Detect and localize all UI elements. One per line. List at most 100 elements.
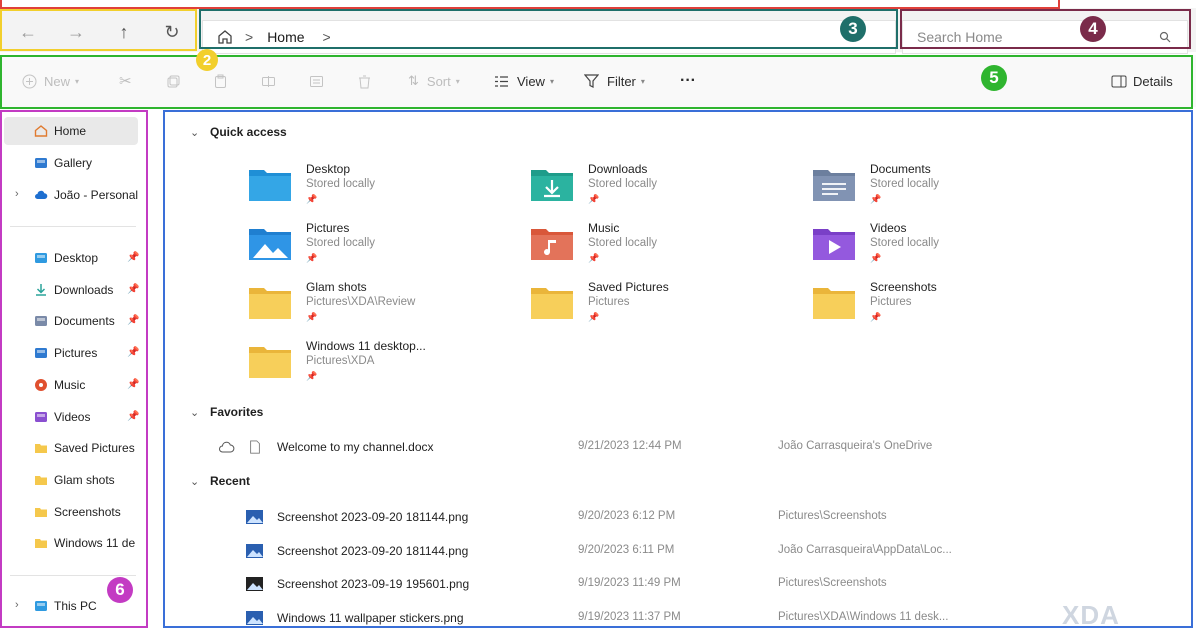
- share-button[interactable]: [309, 70, 324, 92]
- sidebar-item-this-pc[interactable]: This PC: [34, 595, 97, 617]
- sidebar-item-label: Videos: [54, 409, 91, 424]
- clipboard-icon: [215, 74, 226, 88]
- pin-icon: 📌: [127, 347, 140, 359]
- chevron-down-icon: ▾: [75, 76, 80, 86]
- quick-access-item[interactable]: Documents Stored locally 📌: [812, 162, 1072, 212]
- image-thumbnail-icon: [246, 543, 263, 558]
- favorites-header[interactable]: ⌄ Favorites: [190, 405, 263, 419]
- folder-icon: [34, 536, 48, 550]
- cut-button[interactable]: ✂: [119, 70, 132, 92]
- quick-access-item[interactable]: Music Stored locally 📌: [530, 221, 790, 271]
- sidebar-item-saved-pictures[interactable]: Saved Pictures: [34, 437, 135, 459]
- expand-chevron-icon[interactable]: ›: [15, 599, 19, 611]
- paste-button[interactable]: [213, 70, 228, 92]
- music-folder-icon: [530, 225, 574, 261]
- quick-access-item[interactable]: Desktop Stored locally 📌: [248, 162, 508, 212]
- cloud-outline-icon: [219, 441, 235, 453]
- sidebar-item-documents[interactable]: Documents: [34, 310, 115, 332]
- details-button[interactable]: Details: [1111, 70, 1173, 92]
- quick-access-item[interactable]: Windows 11 desktop... Pictures\XDA 📌: [248, 339, 508, 389]
- sidebar-item-label: Pictures: [54, 346, 98, 361]
- recent-header[interactable]: ⌄ Recent: [190, 474, 250, 488]
- details-pane-icon: [1111, 75, 1127, 87]
- table-row[interactable]: Screenshot 2023-09-20 181144.png 9/20/20…: [218, 541, 978, 563]
- desktop-folder-icon: [248, 166, 292, 202]
- pin-icon: 📌: [870, 312, 882, 322]
- breadcrumb-home[interactable]: Home: [267, 29, 304, 45]
- table-row[interactable]: Welcome to my channel.docx 9/21/2023 12:…: [218, 437, 978, 459]
- sidebar-item-label: Documents: [54, 314, 115, 329]
- sort-button[interactable]: ⇅ Sort ▾: [408, 70, 460, 92]
- table-row[interactable]: Screenshot 2023-09-20 181144.png 9/20/20…: [218, 507, 978, 529]
- document-icon: [250, 440, 260, 454]
- breadcrumb-chevron[interactable]: >: [323, 29, 331, 45]
- address-bar[interactable]: > Home >: [202, 20, 896, 54]
- sidebar-item-downloads[interactable]: Downloads: [34, 279, 113, 301]
- rename-icon: [262, 75, 275, 87]
- quick-access-item[interactable]: Saved Pictures Pictures 📌: [530, 280, 790, 330]
- chevron-down-icon: ⌄: [190, 406, 200, 419]
- quick-access-header[interactable]: ⌄ Quick access: [190, 125, 287, 139]
- quick-access-item[interactable]: Videos Stored locally 📌: [812, 221, 1072, 271]
- sidebar-item-label: Saved Pictures: [54, 441, 135, 456]
- item-location: Stored locally: [306, 237, 376, 249]
- annotation-badge-4: 4: [1080, 16, 1106, 42]
- sidebar-item-jo-o-personal[interactable]: João - Personal: [34, 184, 138, 206]
- quick-access-item[interactable]: Pictures Stored locally 📌: [248, 221, 508, 271]
- sidebar-item-videos[interactable]: Videos: [34, 406, 90, 428]
- image-thumbnail-icon: [246, 610, 263, 625]
- videos-folder-icon: [812, 225, 856, 261]
- sidebar-item-screenshots[interactable]: Screenshots: [34, 501, 121, 523]
- sidebar-item-gallery[interactable]: Gallery: [34, 152, 92, 174]
- sidebar-item-desktop[interactable]: Desktop: [34, 247, 98, 269]
- computer-icon: [34, 599, 48, 613]
- view-icon: [495, 75, 508, 87]
- quick-access-item[interactable]: Screenshots Pictures 📌: [812, 280, 1072, 330]
- file-location: João Carrasqueira\AppData\Loc...: [778, 543, 952, 556]
- folder-icon: [530, 284, 574, 320]
- pin-icon: 📌: [306, 371, 318, 381]
- filter-label: Filter: [607, 73, 636, 89]
- new-button[interactable]: New ▾: [22, 70, 79, 92]
- details-label: Details: [1133, 73, 1173, 89]
- copy-button[interactable]: [166, 70, 181, 92]
- item-location: Pictures: [588, 296, 630, 308]
- plus-circle-icon: [22, 74, 37, 88]
- quick-access-item[interactable]: Glam shots Pictures\XDA\Review 📌: [248, 280, 508, 330]
- sidebar-item-home[interactable]: Home: [34, 120, 86, 142]
- filter-button[interactable]: Filter ▾: [584, 70, 645, 92]
- annotation-badge-2: 2: [196, 49, 218, 71]
- file-name: Screenshot 2023-09-20 181144.png: [277, 510, 469, 524]
- sidebar-item-music[interactable]: Music: [34, 374, 85, 396]
- refresh-button[interactable]: ↻: [158, 18, 186, 46]
- table-row[interactable]: Windows 11 wallpaper stickers.png 9/19/2…: [218, 608, 978, 630]
- forward-button[interactable]: →: [62, 18, 90, 46]
- up-button[interactable]: ↑: [110, 18, 138, 46]
- delete-button[interactable]: [357, 70, 372, 92]
- rename-button[interactable]: [261, 70, 276, 92]
- sidebar-item-glam-shots[interactable]: Glam shots: [34, 469, 115, 491]
- back-button[interactable]: ←: [14, 18, 42, 46]
- item-location: Pictures\XDA: [306, 355, 375, 367]
- sidebar-item-label: Home: [54, 124, 87, 138]
- sidebar-item-pictures[interactable]: Pictures: [34, 342, 97, 364]
- sidebar-item-label: Gallery: [54, 156, 93, 170]
- search-box[interactable]: Search Home: [902, 20, 1188, 54]
- file-location: Pictures\Screenshots: [778, 510, 887, 522]
- sidebar-item-windows-11-de[interactable]: Windows 11 de: [34, 532, 135, 554]
- file-date: 9/21/2023 12:44 PM: [578, 440, 682, 452]
- item-name: Videos: [870, 221, 907, 235]
- more-options-button[interactable]: ···: [680, 70, 696, 92]
- quick-access-item[interactable]: Downloads Stored locally 📌: [530, 162, 790, 212]
- home-icon: [34, 124, 48, 138]
- expand-chevron-icon[interactable]: ›: [15, 188, 19, 200]
- view-button[interactable]: View ▾: [494, 70, 554, 92]
- item-location: Stored locally: [870, 178, 940, 190]
- chevron-down-icon: ▾: [549, 76, 554, 86]
- table-row[interactable]: Screenshot 2023-09-19 195601.png 9/19/20…: [218, 574, 978, 596]
- search-input[interactable]: Search Home: [917, 29, 1003, 45]
- desktop-icon: [34, 251, 48, 265]
- file-date: 9/20/2023 6:12 PM: [578, 510, 676, 522]
- pin-icon: 📌: [127, 252, 140, 263]
- sidebar-divider: [10, 575, 136, 576]
